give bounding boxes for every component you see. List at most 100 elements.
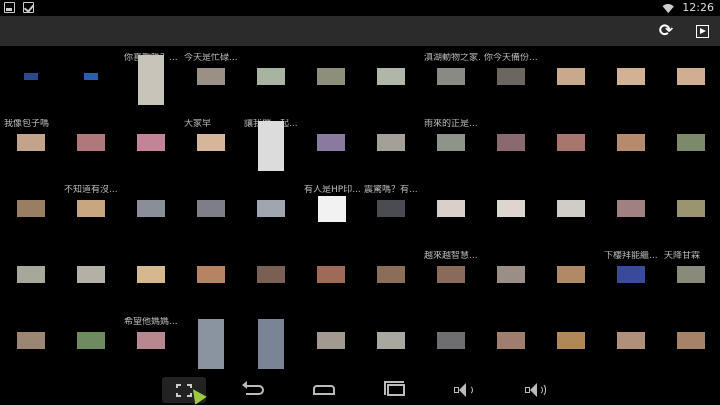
photo-thumbnail xyxy=(497,68,525,85)
photo-tile[interactable] xyxy=(480,310,540,376)
photo-thumbnail xyxy=(557,200,585,217)
photo-tile[interactable] xyxy=(300,46,360,112)
photo-tile[interactable] xyxy=(240,46,300,112)
photo-tile[interactable] xyxy=(600,178,660,244)
photo-tile[interactable] xyxy=(540,112,600,178)
back-icon xyxy=(242,381,264,395)
slideshow-button[interactable] xyxy=(691,20,713,42)
photo-caption: 不知道有沒... xyxy=(64,185,118,195)
photo-tile[interactable] xyxy=(120,112,180,178)
photo-tile[interactable]: 我像包子嗎 xyxy=(0,112,60,178)
photo-tile[interactable]: 希望他媽媽... xyxy=(120,310,180,376)
photo-tile[interactable] xyxy=(0,46,60,112)
photo-tile[interactable] xyxy=(60,244,120,310)
action-bar: ⟳ xyxy=(0,16,720,46)
photo-tile[interactable] xyxy=(480,244,540,310)
photo-tile[interactable] xyxy=(180,310,240,376)
photo-thumbnail xyxy=(137,134,165,151)
photo-thumbnail xyxy=(677,332,705,349)
photo-tile[interactable]: 讓我們一起... xyxy=(240,112,300,178)
photo-tile[interactable] xyxy=(240,178,300,244)
photo-tile[interactable] xyxy=(540,46,600,112)
photo-tile[interactable] xyxy=(60,112,120,178)
recent-apps-icon xyxy=(384,381,405,396)
recent-apps-button[interactable] xyxy=(374,377,418,403)
photo-tile[interactable] xyxy=(180,178,240,244)
photo-tile[interactable]: 今天是忙碌... xyxy=(180,46,240,112)
back-button[interactable] xyxy=(233,377,277,403)
photo-thumbnail xyxy=(437,68,465,85)
photo-tile[interactable] xyxy=(360,310,420,376)
photo-tile[interactable]: 滇湖動物之家... xyxy=(420,46,480,112)
status-bar: 12:26 xyxy=(0,0,720,16)
photo-thumbnail xyxy=(497,200,525,217)
refresh-button[interactable]: ⟳ xyxy=(655,20,677,42)
photo-tile[interactable] xyxy=(360,46,420,112)
photo-tile[interactable] xyxy=(600,112,660,178)
photo-tile[interactable] xyxy=(600,46,660,112)
photo-tile[interactable] xyxy=(120,178,180,244)
photo-tile[interactable] xyxy=(240,310,300,376)
photo-tile[interactable]: 震驚嗎？有... xyxy=(360,178,420,244)
photo-tile[interactable] xyxy=(540,310,600,376)
photo-tile[interactable] xyxy=(660,310,720,376)
photo-tile[interactable]: 越來越智慧... xyxy=(420,244,480,310)
photo-tile[interactable] xyxy=(660,112,720,178)
photo-tile[interactable]: 你喜歡嗎？... xyxy=(120,46,180,112)
photo-tile[interactable]: 下樓拜能繼... xyxy=(600,244,660,310)
photo-tile[interactable] xyxy=(420,178,480,244)
photo-thumbnail xyxy=(318,196,346,222)
photo-tile[interactable] xyxy=(600,310,660,376)
photo-tile[interactable] xyxy=(300,310,360,376)
photo-tile[interactable] xyxy=(300,244,360,310)
photo-thumbnail xyxy=(497,134,525,151)
photo-thumbnail xyxy=(557,134,585,151)
photo-tile[interactable] xyxy=(480,178,540,244)
photo-tile[interactable]: 不知道有沒... xyxy=(60,178,120,244)
photo-tile[interactable] xyxy=(240,244,300,310)
photo-thumbnail xyxy=(677,134,705,151)
photo-tile[interactable] xyxy=(0,244,60,310)
photo-caption: 下樓拜能繼... xyxy=(604,251,658,261)
photo-thumbnail xyxy=(617,200,645,217)
photo-tile[interactable] xyxy=(360,244,420,310)
photo-tile[interactable] xyxy=(300,112,360,178)
photo-thumbnail xyxy=(617,134,645,151)
slideshow-icon xyxy=(695,24,709,38)
photo-thumbnail xyxy=(84,73,98,80)
photo-tile[interactable] xyxy=(660,178,720,244)
photo-tile[interactable]: 大家早 xyxy=(180,112,240,178)
photo-thumbnail xyxy=(377,266,405,283)
photo-thumbnail xyxy=(557,332,585,349)
photo-tile[interactable] xyxy=(360,112,420,178)
volume-down-button[interactable] xyxy=(442,377,486,403)
photo-thumbnail xyxy=(557,68,585,85)
photo-thumbnail xyxy=(257,266,285,283)
photo-caption: 越來越智慧... xyxy=(424,251,478,261)
photo-thumbnail xyxy=(17,200,45,217)
photo-thumbnail xyxy=(617,266,645,283)
photo-tile[interactable]: 有人是HP印... xyxy=(300,178,360,244)
photo-tile[interactable] xyxy=(660,46,720,112)
photo-tile[interactable] xyxy=(60,310,120,376)
photo-tile[interactable] xyxy=(0,178,60,244)
photo-thumbnail xyxy=(437,266,465,283)
photo-tile[interactable] xyxy=(540,244,600,310)
photo-notification-icon xyxy=(4,2,15,13)
photo-thumbnail xyxy=(437,332,465,349)
photo-tile[interactable] xyxy=(120,244,180,310)
photo-tile[interactable] xyxy=(0,310,60,376)
photo-tile[interactable] xyxy=(180,244,240,310)
photo-tile[interactable] xyxy=(480,112,540,178)
photo-tile[interactable]: 你今天備份... xyxy=(480,46,540,112)
photo-tile[interactable]: 天降甘霖 xyxy=(660,244,720,310)
photo-tile[interactable]: 雨來的正是... xyxy=(420,112,480,178)
photo-tile[interactable] xyxy=(60,46,120,112)
photo-tile[interactable] xyxy=(540,178,600,244)
photo-thumbnail xyxy=(317,332,345,349)
volume-up-button[interactable] xyxy=(513,377,557,403)
photo-thumbnail xyxy=(497,266,525,283)
photo-tile[interactable] xyxy=(420,310,480,376)
home-button[interactable] xyxy=(302,377,346,403)
photo-thumbnail xyxy=(557,266,585,283)
